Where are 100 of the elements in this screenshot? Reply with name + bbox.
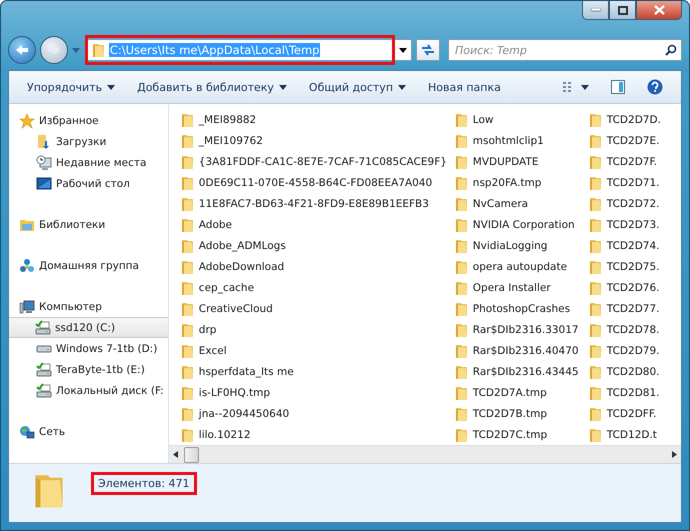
sidebar-item[interactable]: Локальный диск (F: [9, 380, 168, 401]
folder-item[interactable]: {3A81FDDF-CA1C-8E7E-7CAF-71C085CACE9F} [181, 151, 455, 172]
close-button[interactable] [636, 1, 682, 20]
folder-item[interactable]: msohtmlclip1 [455, 130, 589, 151]
folder-icon [589, 280, 602, 296]
folder-icon [589, 174, 602, 190]
folder-item[interactable]: TCD2D80. [589, 361, 675, 382]
sidebar-item[interactable]: Рабочий стол [9, 173, 168, 194]
sidebar-item[interactable]: Сеть [9, 421, 168, 442]
folder-item[interactable]: TCD2D72. [589, 193, 675, 214]
folder-item[interactable]: Rar$DIb2316.43445 [455, 361, 589, 382]
folder-item[interactable]: is-LF0HQ.tmp [181, 382, 455, 403]
folder-item[interactable]: TCD2D7B.tmp [455, 403, 589, 424]
folder-item[interactable]: jna--2094450640 [181, 403, 455, 424]
minimize-button[interactable] [582, 1, 609, 20]
horizontal-scrollbar[interactable] [169, 445, 681, 463]
folder-item[interactable]: Rar$DIb2316.33017 [455, 319, 589, 340]
folder-icon [455, 238, 468, 254]
folder-item[interactable]: TCD2D77. [589, 298, 675, 319]
folder-icon [181, 216, 194, 232]
folder-icon [181, 280, 194, 296]
folder-icon [589, 154, 602, 170]
folder-item[interactable]: TCD2D7A.tmp [455, 382, 589, 403]
back-button[interactable] [8, 36, 36, 64]
folder-item[interactable]: TCD2D73. [589, 214, 675, 235]
folder-item[interactable]: _MEI109762 [181, 130, 455, 151]
toolbar-button[interactable]: Новая папка [420, 78, 509, 96]
folder-item[interactable]: hsperfdata_Its me [181, 361, 455, 382]
folder-item[interactable]: TCD2D7C.tmp [455, 424, 589, 445]
folder-item[interactable]: _MEI89882 [181, 109, 455, 130]
folder-icon [92, 42, 105, 58]
folder-item[interactable]: AdobeDownload [181, 256, 455, 277]
sidebar-item[interactable]: Домашняя группа [9, 255, 168, 276]
search-field[interactable]: Поиск: Temp [448, 39, 682, 61]
maximize-icon [618, 6, 628, 14]
folder-item[interactable]: Opera Installer [455, 277, 589, 298]
forward-button[interactable] [40, 36, 68, 64]
maximize-button[interactable] [609, 1, 636, 20]
sidebar-item[interactable]: Недавние места [9, 152, 168, 173]
help-icon [647, 79, 663, 95]
folder-icon [455, 406, 468, 422]
sidebar-item[interactable]: Windows 7-1tb (D:) [9, 338, 168, 359]
sidebar-item[interactable]: Загрузки [9, 131, 168, 152]
sidebar-item[interactable]: Компьютер [9, 296, 168, 317]
folder-icon [181, 406, 194, 422]
folder-item[interactable]: TCD2D81. [589, 382, 675, 403]
folder-item[interactable]: NvidiaLogging [455, 235, 589, 256]
sidebar-item[interactable]: ssd120 (C:) [9, 317, 168, 338]
folder-item[interactable]: 0DE69C11-070E-4558-B64C-FD08EEA7A040 [181, 172, 455, 193]
folder-item[interactable]: MVDUPDATE [455, 151, 589, 172]
folder-item[interactable]: TCD2DFF. [589, 403, 675, 424]
folder-item[interactable]: Adobe [181, 214, 455, 235]
toolbar-button[interactable]: Добавить в библиотеку [129, 78, 295, 96]
folder-item[interactable]: NVIDIA Corporation [455, 214, 589, 235]
folder-icon [455, 342, 468, 358]
folder-item[interactable]: TCD2D71. [589, 172, 675, 193]
folder-item[interactable]: Low [455, 109, 589, 130]
folder-item[interactable]: CreativeCloud [181, 298, 455, 319]
folder-item[interactable]: TCD2D74. [589, 235, 675, 256]
folder-item[interactable]: 11E8FAC7-BD63-4F21-8FD9-E8E89B1EEFB3 [181, 193, 455, 214]
sidebar-item[interactable]: Библиотеки [9, 214, 168, 235]
folder-item[interactable]: TCD2D76. [589, 277, 675, 298]
folder-icon [455, 384, 468, 400]
folder-item[interactable]: drp [181, 319, 455, 340]
folder-item[interactable]: TCD2D78. [589, 319, 675, 340]
folder-item[interactable]: Adobe_ADMLogs [181, 235, 455, 256]
scroll-thumb[interactable] [184, 446, 199, 462]
caret-icon [72, 48, 80, 52]
folder-icon [181, 300, 194, 316]
right-arrow-icon [47, 44, 61, 56]
folder-item[interactable]: TCD2D7F. [589, 151, 675, 172]
desktop-icon [36, 176, 52, 192]
folder-item[interactable]: TCD2D7D. [589, 109, 675, 130]
caret-icon [581, 84, 589, 90]
folder-item[interactable]: TCD12D.t [589, 424, 675, 445]
folder-item[interactable]: TCD2D79. [589, 340, 675, 361]
folder-icon [455, 258, 468, 274]
drive-check-icon [36, 382, 52, 398]
folder-icon [181, 322, 194, 338]
search-input[interactable]: Поиск: Temp [453, 42, 665, 58]
sidebar-item[interactable]: Избранное [9, 110, 168, 131]
folder-icon [589, 216, 602, 232]
folder-icon [181, 132, 194, 148]
toolbar-button[interactable]: Упорядочить [19, 78, 124, 96]
toolbar-button[interactable]: Общий доступ [300, 78, 414, 96]
refresh-button[interactable] [416, 39, 440, 61]
folder-item[interactable]: lilo.10212 [181, 424, 455, 445]
folder-item[interactable]: TCD2D75. [589, 256, 675, 277]
folder-item[interactable]: opera autoupdate [455, 256, 589, 277]
folder-item[interactable]: TCD2D7E. [589, 130, 675, 151]
sidebar-item[interactable]: TeraByte-1tb (E:) [9, 359, 168, 380]
folder-icon [589, 300, 602, 316]
folder-item[interactable]: nsp20FA.tmp [455, 172, 589, 193]
folder-item[interactable]: NvCamera [455, 193, 589, 214]
folder-item[interactable]: cep_cache [181, 277, 455, 298]
computer-icon [19, 298, 35, 314]
folder-item[interactable]: Rar$DIb2316.40470 [455, 340, 589, 361]
folder-icon [181, 154, 194, 170]
folder-item[interactable]: PhotoshopCrashes [455, 298, 589, 319]
folder-item[interactable]: Excel [181, 340, 455, 361]
